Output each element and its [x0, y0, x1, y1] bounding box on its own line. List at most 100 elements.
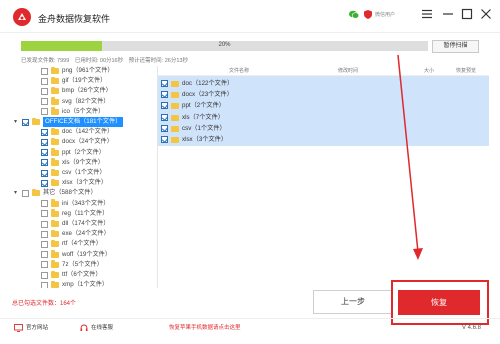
tree-item-checkbox[interactable]: [41, 98, 48, 106]
tree-item[interactable]: xmp（1个文件）: [12, 280, 156, 288]
file-list-row[interactable]: ppt（2个文件）: [158, 100, 489, 111]
tree-item-checkbox[interactable]: [41, 200, 48, 208]
column-header-modified[interactable]: 修改时间: [338, 67, 358, 74]
tree-item[interactable]: woff（19个文件）: [12, 250, 156, 260]
file-row-checkbox[interactable]: [161, 113, 168, 121]
tree-item[interactable]: exe（24个文件）: [12, 229, 156, 239]
monitor-icon: [14, 323, 23, 332]
file-type-tree[interactable]: png（961个文件） gif（19个文件） bmp（26个文件） svg（82个文件…: [12, 66, 156, 288]
tree-item-checkbox[interactable]: [41, 220, 48, 228]
maximize-icon[interactable]: [460, 7, 474, 21]
file-list-row[interactable]: docx（23个文件）: [158, 89, 489, 100]
file-row-checkbox[interactable]: [161, 124, 168, 132]
tree-item-checkbox[interactable]: [22, 189, 29, 197]
wechat-icon[interactable]: [349, 10, 359, 19]
tree-item[interactable]: bmp（26个文件）: [12, 86, 156, 96]
minimize-icon[interactable]: [441, 7, 455, 21]
tree-item[interactable]: doc（142个文件）: [12, 127, 156, 137]
tree-item[interactable]: gif（19个文件）: [12, 76, 156, 86]
tree-item-label: doc（142个文件）: [62, 128, 114, 136]
tree-item-checkbox[interactable]: [41, 179, 48, 187]
tree-item-checkbox[interactable]: [41, 281, 48, 288]
tree-item[interactable]: xlsx（3个文件）: [12, 178, 156, 188]
tree-item-checkbox[interactable]: [41, 240, 48, 248]
file-row-name: xls（7个文件）: [182, 113, 224, 121]
tree-item-checkbox[interactable]: [41, 230, 48, 238]
file-list-row[interactable]: xlsx（3个文件）: [158, 134, 489, 145]
tree-item[interactable]: ttf（6个文件）: [12, 270, 156, 280]
user-label[interactable]: 微信用户: [375, 11, 395, 18]
previous-step-button[interactable]: 上一步: [313, 290, 393, 314]
vip-shield-icon[interactable]: [364, 10, 372, 19]
found-files-count: 已发现文件数: 7999: [21, 58, 70, 64]
file-list-panel[interactable]: 文件名称 修改时间 大小 恢复预览 doc（122个文件） docx（23个文件）…: [157, 66, 489, 288]
tree-item[interactable]: png（961个文件）: [12, 66, 156, 76]
online-service-link[interactable]: 在线客服: [80, 323, 113, 333]
tree-item[interactable]: dll（174个文件）: [12, 219, 156, 229]
tree-item-label: xls（9个文件）: [62, 158, 104, 166]
footer-divider: [0, 318, 500, 319]
tree-item-checkbox[interactable]: [41, 261, 48, 269]
tree-item-checkbox[interactable]: [41, 149, 48, 157]
tree-item[interactable]: reg（11个文件）: [12, 209, 156, 219]
tree-item-checkbox[interactable]: [41, 138, 48, 146]
selected-file-count: 总已勾选文件数：164个: [12, 301, 77, 307]
tree-item-checkbox[interactable]: [41, 210, 48, 218]
file-row-checkbox[interactable]: [161, 136, 168, 143]
folder-icon: [171, 103, 179, 110]
website-label: 官方网站: [26, 325, 49, 331]
tree-item-checkbox[interactable]: [41, 128, 48, 136]
file-list-row[interactable]: xls（7个文件）: [158, 112, 489, 123]
folder-icon: [51, 76, 59, 85]
file-list-row[interactable]: doc（122个文件）: [158, 78, 489, 89]
tree-item[interactable]: csv（1个文件）: [12, 168, 156, 178]
tree-item[interactable]: ppt（2个文件）: [12, 148, 156, 158]
expand-caret-icon[interactable]: ▾: [14, 117, 17, 127]
tree-item-checkbox[interactable]: [41, 67, 48, 75]
file-row-name: ppt（2个文件）: [182, 102, 225, 110]
tree-item-checkbox[interactable]: [41, 251, 48, 259]
tree-item[interactable]: docx（24个文件）: [12, 137, 156, 147]
tree-item-checkbox[interactable]: [41, 169, 48, 177]
tree-item-checkbox[interactable]: [41, 271, 48, 279]
website-link[interactable]: 官方网站: [14, 323, 48, 333]
tree-item-label: ico（5个文件）: [62, 107, 105, 115]
file-row-checkbox[interactable]: [161, 80, 168, 87]
tree-item[interactable]: xls（9个文件）: [12, 158, 156, 168]
folder-icon: [51, 66, 59, 74]
tree-item-label: exe（24个文件）: [62, 230, 110, 238]
tree-item[interactable]: svg（82个文件）: [12, 97, 156, 107]
file-row-checkbox[interactable]: [161, 91, 168, 99]
tree-item-checkbox[interactable]: [41, 159, 48, 167]
tree-item[interactable]: ini（343个文件）: [12, 199, 156, 209]
file-row-checkbox[interactable]: [161, 102, 168, 110]
title-bar: 金舟数据恢复软件 微信用户: [0, 0, 500, 33]
tree-item[interactable]: ico（5个文件）: [12, 107, 156, 117]
tree-item-label: png（961个文件）: [62, 67, 114, 74]
tree-item[interactable]: rtf（4个文件）: [12, 239, 156, 249]
tree-item[interactable]: ▾ 其它（588个文件）: [12, 188, 156, 198]
tree-item-checkbox[interactable]: [41, 87, 48, 95]
folder-icon: [51, 239, 59, 248]
app-title: 金舟数据恢复软件: [38, 14, 111, 24]
tree-item[interactable]: 7z（5个文件）: [12, 260, 156, 270]
tree-item-checkbox[interactable]: [41, 108, 48, 116]
tree-item-checkbox[interactable]: [41, 77, 48, 85]
folder-icon: [51, 127, 59, 136]
tree-item[interactable]: ▾ OFFICE文档（181个文件）: [12, 117, 156, 127]
column-header-name[interactable]: 文件名称: [229, 67, 249, 74]
folder-icon: [171, 81, 179, 87]
iphone-recovery-promo-link[interactable]: 恢复苹果手机数据请点击这里: [169, 323, 241, 333]
expand-caret-icon[interactable]: ▾: [14, 188, 17, 198]
folder-icon: [32, 188, 40, 197]
folder-icon: [51, 97, 59, 105]
column-header-preview[interactable]: 恢复预览: [456, 67, 476, 74]
close-icon[interactable]: [479, 7, 493, 21]
pause-scan-button[interactable]: 暂停扫描: [432, 40, 479, 53]
column-header-size[interactable]: 大小: [424, 67, 434, 74]
online-service-label: 在线客服: [91, 325, 114, 331]
tree-item-label: csv（1个文件）: [62, 169, 106, 176]
tree-item-checkbox[interactable]: [22, 118, 29, 126]
file-list-row[interactable]: csv（1个文件）: [158, 123, 489, 134]
menu-icon[interactable]: [420, 7, 434, 21]
